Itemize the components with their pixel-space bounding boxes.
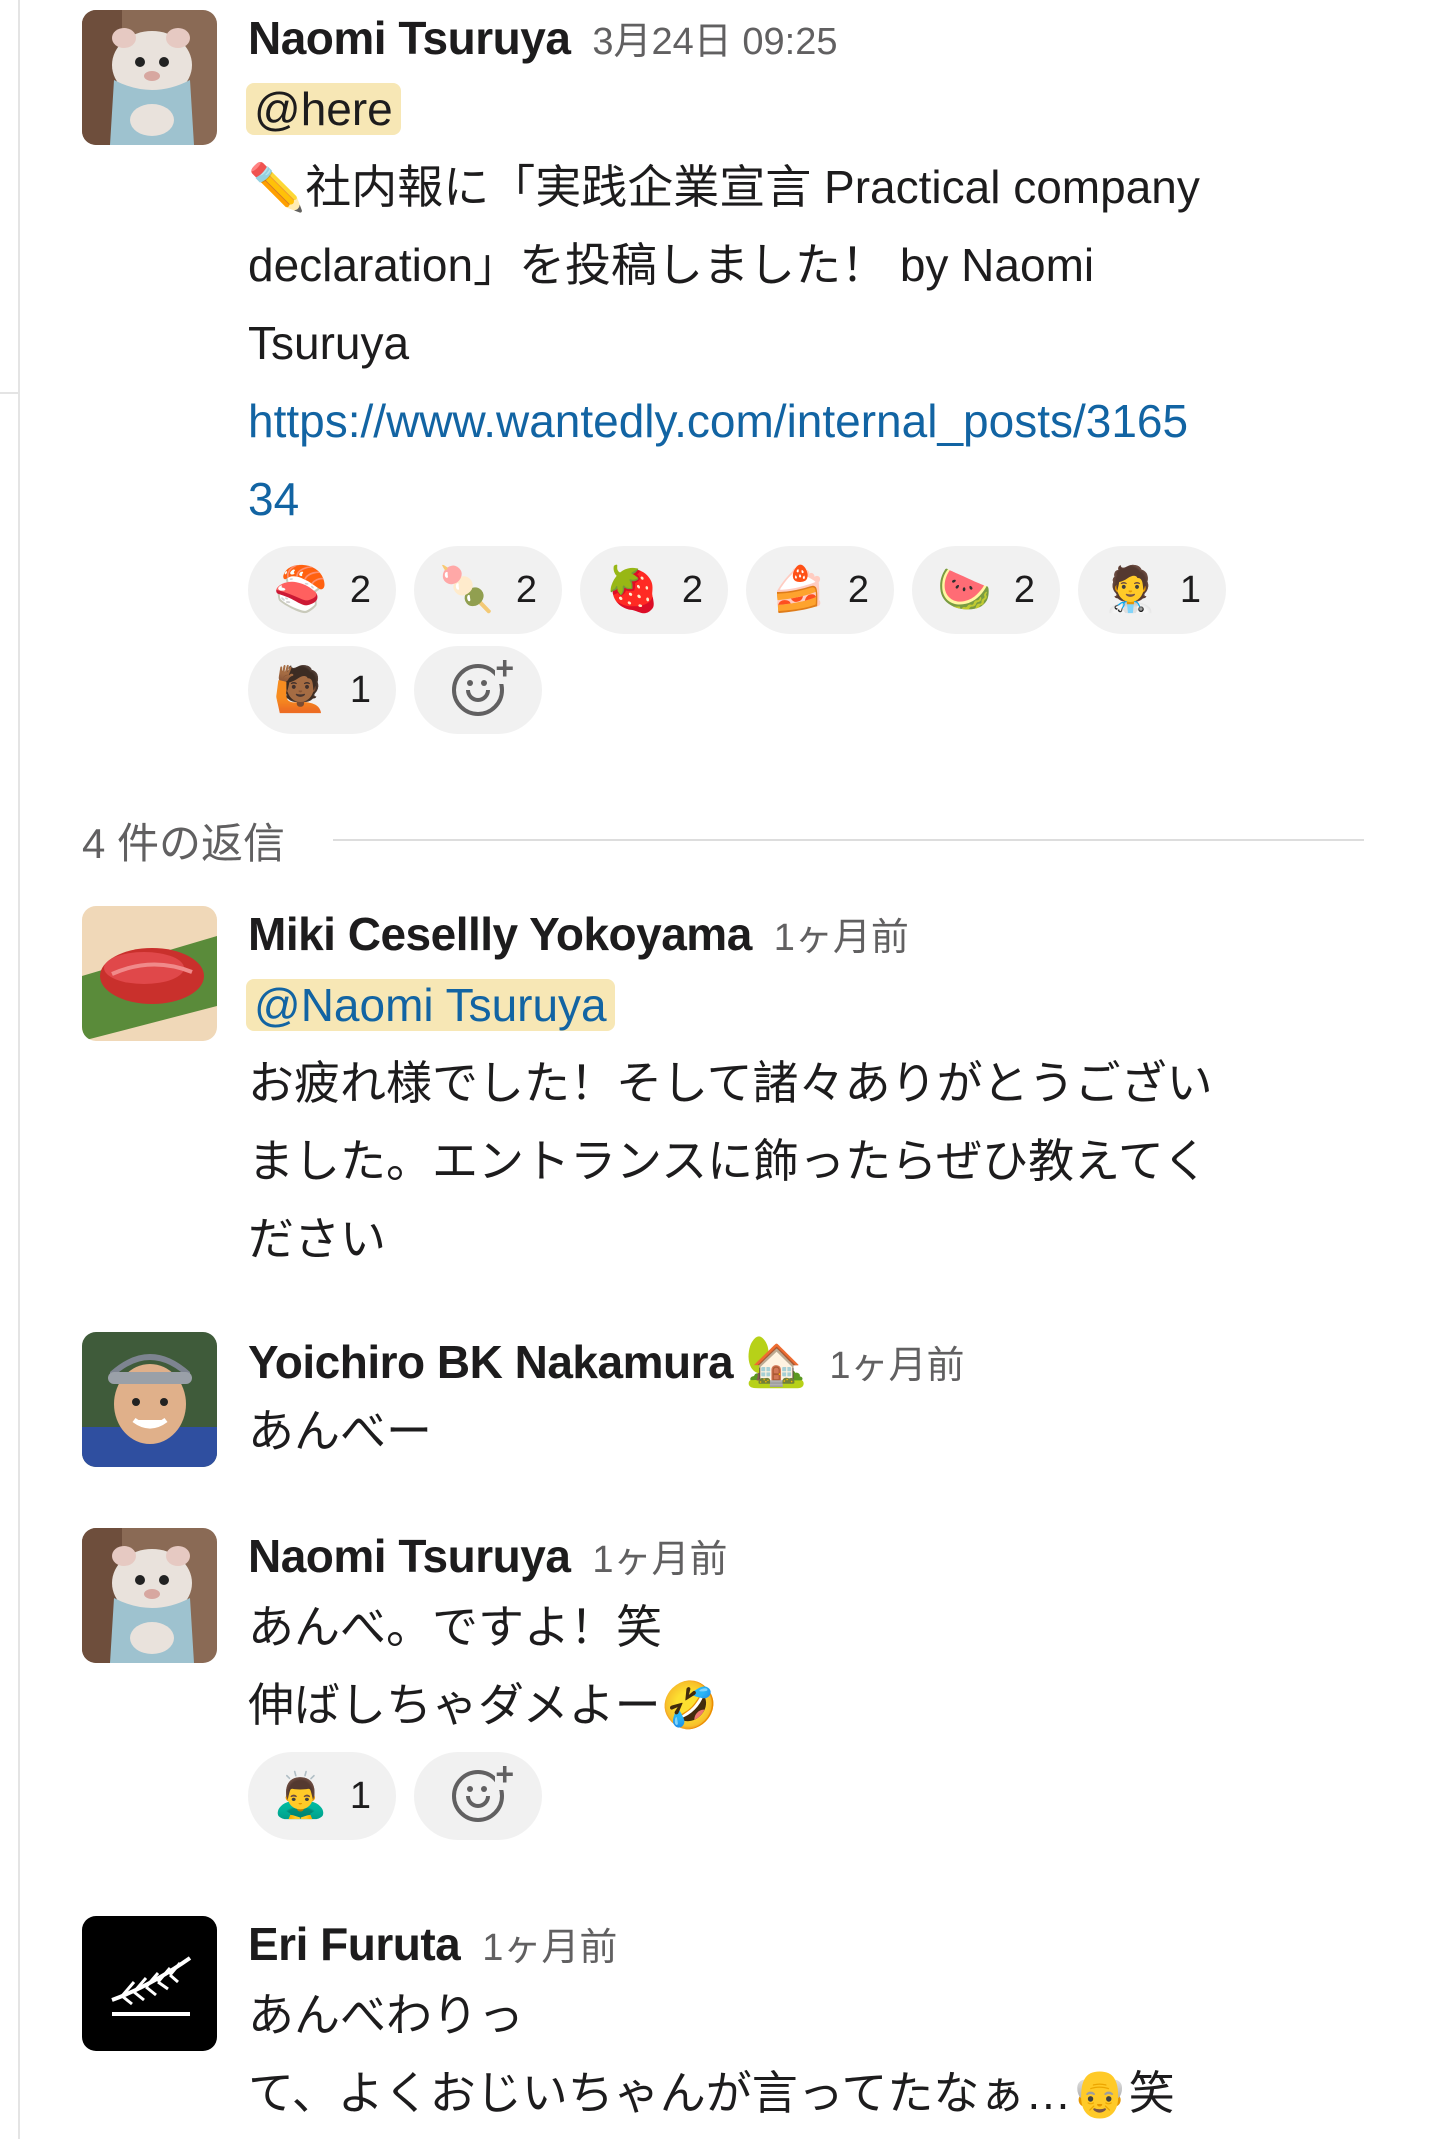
message-line: 伸ばしちゃダメよー🤣 [248, 1679, 718, 1731]
message-line: ました。エントランスに飾ったらぜひ教えてく [248, 1135, 1209, 1187]
message-line: Tsuruya [248, 317, 410, 369]
hamster-plush-avatar-image [82, 10, 217, 145]
reaction-bar: 🙇‍♂️ 1 + [248, 1752, 1248, 1840]
hamster-plush-avatar-image [82, 1528, 217, 1663]
message-line: て、よくおじいちゃんが言ってたなぁ…👴笑 [248, 2067, 1175, 2119]
message-body: Naomi Tsuruya 1ヶ月前 あんべ。ですよ！笑 伸ばしちゃダメよー🤣 … [248, 1528, 1440, 1840]
here-mention[interactable]: @here [246, 83, 401, 135]
avatar[interactable] [82, 1528, 217, 1663]
health-worker-icon: 🧑‍⚕️ [1103, 564, 1158, 615]
post-link-continued[interactable]: 34 [248, 460, 1440, 538]
message-line: ✏️社内報に「実践企業宣言 Practical company [248, 161, 1200, 213]
add-reaction-icon: + [452, 1758, 514, 1822]
reaction-bar: 🍣 2 🍡 2 🍓 2 🍰 2 🍉 2 🧑‍⚕️ 1 [248, 546, 1248, 734]
timestamp[interactable]: 3月24日 09:25 [592, 10, 837, 65]
message-line: @Naomi Tsuruya [246, 966, 1440, 1044]
message-header: Yoichiro BK Nakamura 🏡 1ヶ月前 [248, 1332, 1440, 1392]
reaction-person-raising-hand[interactable]: 🙋🏾 1 [248, 646, 396, 734]
reaction-health-worker[interactable]: 🧑‍⚕️ 1 [1078, 546, 1226, 634]
reaction-watermelon[interactable]: 🍉 2 [912, 546, 1060, 634]
house-status-icon[interactable]: 🏡 [745, 1332, 807, 1391]
fern-logo-avatar-image [82, 1916, 217, 2051]
reaction-shortcake[interactable]: 🍰 2 [746, 546, 894, 634]
message-header: Naomi Tsuruya 1ヶ月前 [248, 1528, 1440, 1588]
bow-icon: 🙇‍♂️ [273, 1770, 328, 1821]
post-link[interactable]: https://www.wantedly.com/internal_posts/… [248, 382, 1440, 460]
sender-name[interactable]: Naomi Tsuruya [248, 11, 571, 65]
reaction-count: 2 [515, 568, 537, 611]
message-line: declaration」を投稿しました！ by Naomi [248, 239, 1095, 291]
sender-name[interactable]: Naomi Tsuruya [248, 1529, 571, 1583]
avatar[interactable] [82, 10, 217, 145]
reaction-count: 1 [349, 1774, 371, 1817]
dango-icon: 🍡 [439, 564, 494, 615]
message-line: ださい [248, 1213, 386, 1265]
person-raising-hand-icon: 🙋🏾 [273, 664, 328, 715]
timestamp[interactable]: 1ヶ月前 [774, 906, 909, 961]
strawberry-icon: 🍓 [605, 564, 660, 615]
message-header: Miki Cesellly Yokoyama 1ヶ月前 [248, 906, 1440, 966]
left-pane-border [0, 0, 20, 2139]
reaction-bow[interactable]: 🙇‍♂️ 1 [248, 1752, 396, 1840]
message-body: Miki Cesellly Yokoyama 1ヶ月前 @Naomi Tsuru… [246, 906, 1440, 1278]
timestamp[interactable]: 1ヶ月前 [482, 1916, 617, 1971]
avatar[interactable] [82, 906, 217, 1041]
sender-name[interactable]: Miki Cesellly Yokoyama [248, 907, 752, 961]
message-line: @here [246, 70, 1440, 148]
user-mention[interactable]: @Naomi Tsuruya [246, 979, 615, 1031]
message-line: あんべー [248, 1405, 432, 1457]
timestamp[interactable]: 1ヶ月前 [829, 1334, 964, 1389]
sushi-avatar-image [82, 906, 217, 1041]
add-reaction-icon: + [452, 652, 514, 716]
avatar[interactable] [82, 1916, 217, 2051]
message-line: お疲れ様でした！そして諸々ありがとうござい [248, 1057, 1213, 1109]
reaction-count: 2 [1013, 568, 1035, 611]
shortcake-icon: 🍰 [771, 564, 826, 615]
sender-name[interactable]: Yoichiro BK Nakamura [248, 1335, 734, 1389]
message-line: あんべわりっ [248, 1989, 524, 2041]
reaction-dango[interactable]: 🍡 2 [414, 546, 562, 634]
reply-count-label: 4 件の返信 [82, 819, 286, 867]
reaction-count: 2 [847, 568, 869, 611]
reaction-count: 2 [681, 568, 703, 611]
reaction-strawberry[interactable]: 🍓 2 [580, 546, 728, 634]
reaction-sushi[interactable]: 🍣 2 [248, 546, 396, 634]
left-pane-divider [0, 392, 18, 394]
sender-name[interactable]: Eri Furuta [248, 1917, 461, 1971]
divider-line [333, 839, 1364, 841]
message-header: Eri Furuta 1ヶ月前 [248, 1916, 1440, 1976]
man-in-cap-avatar-image [82, 1332, 217, 1467]
message-body: Eri Furuta 1ヶ月前 あんべわりっ て、よくおじいちゃんが言ってたなぁ… [248, 1916, 1440, 2132]
timestamp[interactable]: 1ヶ月前 [592, 1528, 727, 1583]
avatar[interactable] [82, 1332, 217, 1467]
message-body: Yoichiro BK Nakamura 🏡 1ヶ月前 あんべー [248, 1332, 1440, 1470]
message-header: Naomi Tsuruya 3月24日 09:25 [248, 10, 1440, 70]
reaction-count: 1 [1179, 568, 1201, 611]
watermelon-icon: 🍉 [937, 564, 992, 615]
reaction-count: 1 [349, 668, 371, 711]
sushi-icon: 🍣 [273, 564, 328, 615]
add-reaction-button[interactable]: + [414, 1752, 542, 1840]
reaction-count: 2 [349, 568, 371, 611]
add-reaction-button[interactable]: + [414, 646, 542, 734]
message-body: Naomi Tsuruya 3月24日 09:25 @here ✏️社内報に「実… [246, 10, 1440, 734]
message-line: あんべ。ですよ！笑 [248, 1601, 662, 1653]
replies-divider: 4 件の返信 [82, 810, 1364, 870]
